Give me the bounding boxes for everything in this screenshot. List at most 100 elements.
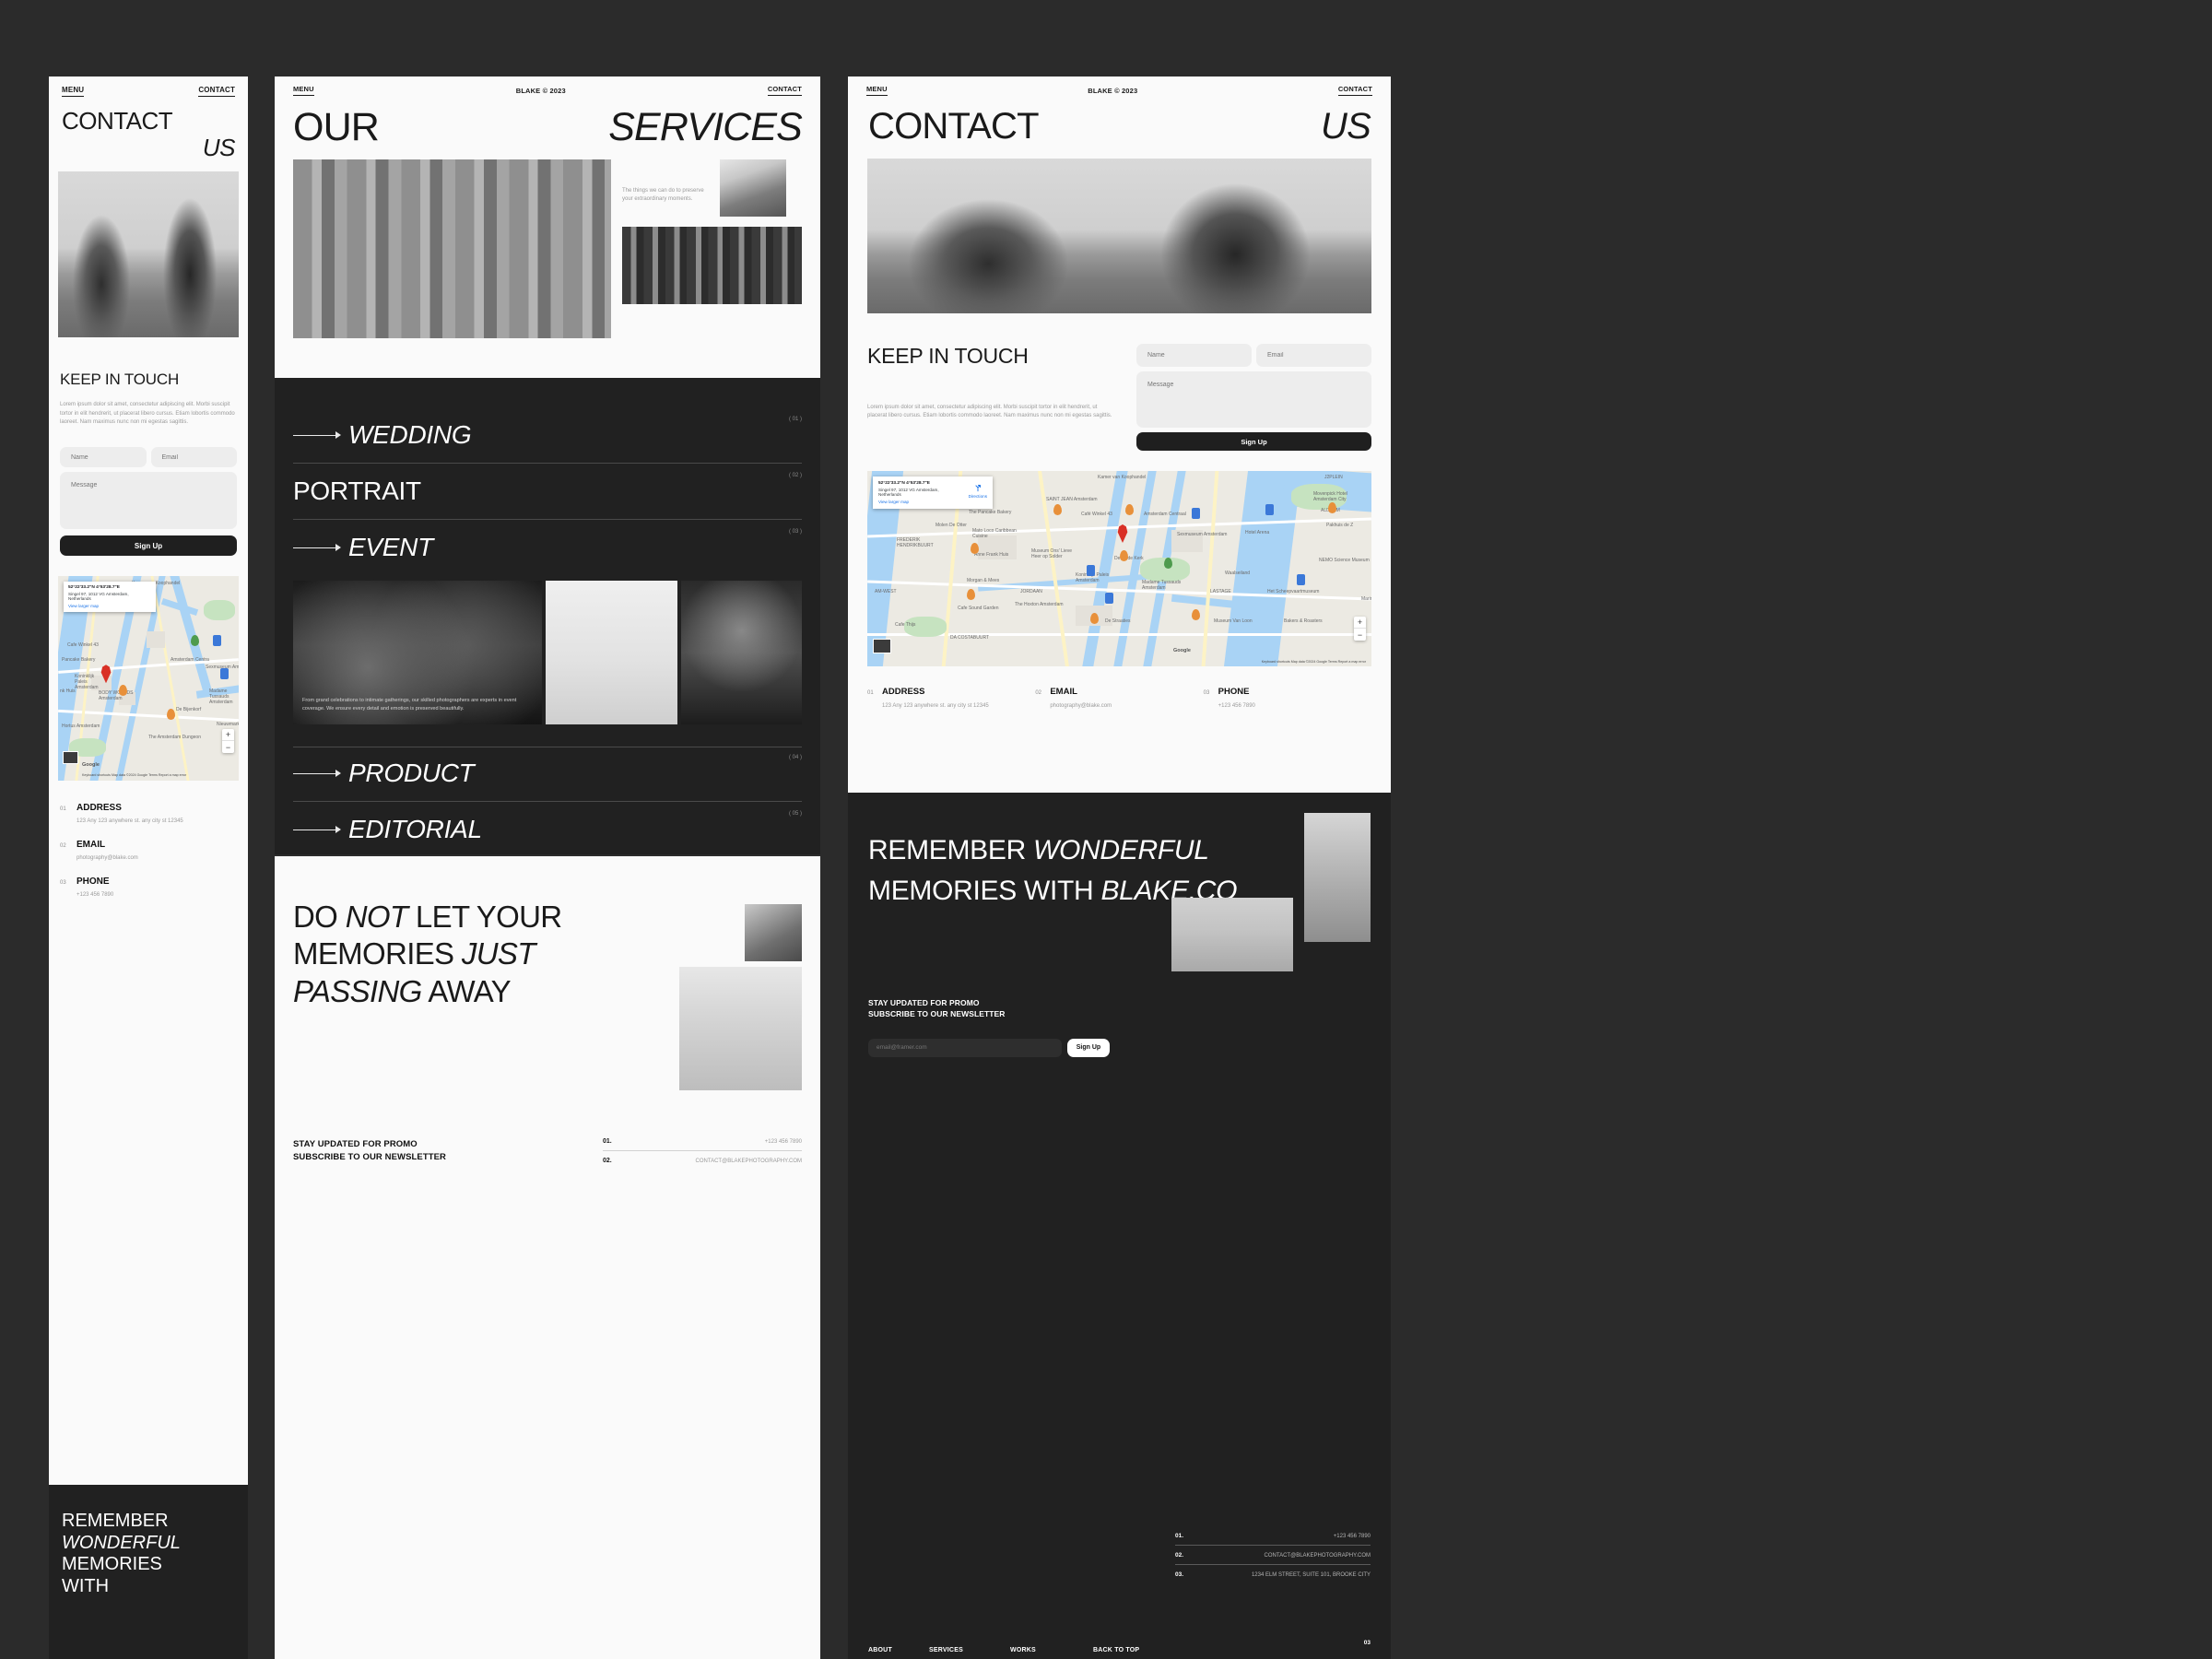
divider — [293, 519, 802, 520]
map-label: Madame Tussauds Amsterdam — [1142, 580, 1182, 591]
service-number: ( 01 ) — [788, 417, 802, 422]
map-zoom-controls[interactable]: + − — [222, 729, 234, 754]
message-input[interactable] — [1136, 371, 1371, 428]
message-input[interactable] — [60, 472, 237, 530]
map-attribution: Keyboard shortcuts Map data ©2024 Google… — [1261, 660, 1366, 664]
cta-l2b: JUST — [461, 936, 536, 971]
service-name: EVENT — [348, 533, 433, 561]
map-label: nk Huis — [60, 688, 76, 695]
left-topbar: MENU CONTACT — [49, 76, 248, 97]
keep-in-touch-heading: KEEP IN TOUCH — [867, 344, 1029, 368]
map-coordinates: 52°22'33.2"N 4°53'28.7"E — [878, 481, 931, 486]
map-label: JORDAAN — [1020, 589, 1042, 594]
contact-item-number: 01 — [60, 806, 66, 813]
map-streetview-thumb[interactable] — [873, 639, 891, 653]
menu-link[interactable]: MENU — [293, 85, 314, 96]
zoom-in-button[interactable]: + — [222, 729, 234, 742]
cta-line-3: PASSING AWAY — [293, 973, 561, 1008]
newsletter-email-input[interactable] — [868, 1038, 1062, 1057]
map-streetview-thumb[interactable] — [63, 751, 78, 765]
hero-line-1: CONTACT — [62, 107, 173, 135]
service-row[interactable]: PRODUCT ( 04 ) — [293, 753, 802, 794]
contact-item-number: 01 — [867, 690, 874, 696]
divider — [293, 463, 802, 464]
contact-item: 01 ADDRESS 123 Any 123 anywhere st. any … — [867, 687, 1035, 709]
promo-line-1: STAY UPDATED FOR PROMO — [293, 1139, 418, 1149]
contact-item-value: photography@blake.com — [1050, 703, 1112, 709]
promo-line-2: SUBSCRIBE TO OUR NEWSLETTER — [293, 1151, 447, 1162]
service-name: WEDDING — [348, 420, 472, 449]
footer-row-number: 03. — [1175, 1571, 1184, 1578]
map-label: Amsterdam Centraal — [1144, 512, 1186, 517]
arrow-right-icon — [293, 769, 341, 778]
view-larger-map-link[interactable]: View larger map — [68, 604, 151, 608]
service-name: PORTRAIT — [293, 477, 421, 505]
divider — [293, 801, 802, 802]
directions-label[interactable]: Directions — [969, 494, 987, 499]
map-zoom-controls[interactable]: + − — [1354, 617, 1366, 641]
service-row[interactable]: WEDDING ( 01 ) — [293, 415, 802, 455]
map-label: Kamer van Koophandel — [1098, 475, 1147, 480]
footer-nav-about[interactable]: ABOUT — [868, 1647, 929, 1653]
footer-nav-services[interactable]: SERVICES — [929, 1647, 1010, 1653]
zoom-in-button[interactable]: + — [1354, 617, 1366, 629]
email-input[interactable] — [150, 447, 237, 468]
panel-right-footer: REMEMBER WONDERFUL MEMORIES WITH BLAKE.C… — [848, 793, 1391, 1659]
location-map[interactable]: Kamer van Koophandel Cafe Winkel 43 Amst… — [58, 576, 239, 782]
contact-link[interactable]: CONTACT — [767, 85, 802, 96]
services-caption: The things we can do to preserve your ex… — [622, 187, 704, 203]
map-info-card[interactable]: 52°22'33.2"N 4°53'28.7"E Singel 97, 1012… — [64, 582, 156, 613]
menu-link[interactable]: MENU — [62, 86, 85, 97]
map-label: Waalseiland — [1225, 571, 1251, 576]
mid-topbar: MENU BLAKE © 2023 CONTACT — [275, 76, 820, 96]
contact-item-value: 123 Any 123 anywhere st. any city st 123… — [882, 703, 989, 709]
name-input[interactable] — [60, 447, 147, 468]
map-address-line-2: Netherlands — [878, 492, 901, 497]
contact-item-value: +123 456 7890 — [1218, 703, 1255, 709]
map-address-line-2: Netherlands — [68, 596, 91, 602]
map-label: Marine — [1361, 596, 1371, 602]
contact-item: 02 EMAIL photography@blake.com — [1035, 687, 1203, 709]
signup-button[interactable]: Sign Up — [1136, 432, 1371, 451]
email-input[interactable] — [1256, 344, 1371, 367]
map-label: Koninklijk Paleis Amsterdam — [1076, 572, 1110, 583]
service-row[interactable]: EVENT ( 03 ) — [293, 527, 802, 568]
keep-in-touch-paragraph: Lorem ipsum dolor sit amet, consectetur … — [867, 405, 1112, 419]
zoom-out-button[interactable]: − — [222, 741, 234, 753]
service-row[interactable]: EDITORIAL ( 05 ) — [293, 809, 802, 850]
map-label: Cafe Thijs — [895, 622, 916, 628]
map-label: Cafe Sound Garden — [958, 606, 999, 611]
footer-contact-row: 02. CONTACT@BLAKEPHOTOGRAPHY.COM — [1175, 1546, 1371, 1564]
signup-button[interactable]: Sign Up — [60, 535, 237, 557]
footer-headline-line-2: MEMORIES WITH BLAKE.CO — [868, 876, 1371, 907]
map-label: AM-WEST — [875, 589, 897, 594]
footer-headline-l2a: MEMORIES WITH — [868, 876, 1101, 906]
service-number: ( 03 ) — [788, 529, 802, 535]
footer-nav-works[interactable]: WORKS — [1010, 1647, 1093, 1653]
view-larger-map-link[interactable]: View larger map — [878, 500, 939, 504]
contact-item-title: EMAIL — [76, 840, 106, 851]
map-label: Movenpick Hotel Amsterdam City — [1313, 491, 1347, 502]
map-label: Bakers & Roasters — [1284, 618, 1323, 624]
contact-item: 02 EMAIL photography@blake.com — [60, 840, 237, 861]
newsletter-signup-button[interactable]: Sign Up — [1067, 1038, 1110, 1057]
contact-link[interactable]: CONTACT — [198, 86, 235, 97]
footer-nav-back-to-top[interactable]: BACK TO TOP — [1093, 1647, 1139, 1653]
cta-l1b: NOT — [345, 900, 408, 934]
orchestra-image: From grand celebrations to intimate gath… — [293, 581, 543, 724]
zoom-out-button[interactable]: − — [1354, 629, 1366, 641]
name-input[interactable] — [1136, 344, 1252, 367]
footer-contact-row: 03. 1234 ELM STREET, SUITE 101, BROOKE C… — [1175, 1565, 1371, 1578]
cta-line-1: DO NOT LET YOUR — [293, 900, 562, 934]
location-map[interactable]: Kamer van Koophandel J2PLEIN SAINT JEAN … — [867, 471, 1371, 666]
cta-l3b: AWAY — [421, 973, 511, 1008]
contact-item-value: +123 456 7890 — [76, 892, 114, 899]
contact-item-title: ADDRESS — [882, 687, 925, 697]
contact-link[interactable]: CONTACT — [1337, 85, 1372, 96]
menu-link[interactable]: MENU — [866, 85, 888, 96]
cta-l2a: MEMORIES — [293, 936, 462, 971]
service-row[interactable]: PORTRAIT ( 02 ) — [293, 471, 802, 512]
event-description: From grand celebrations to intimate gath… — [302, 698, 517, 712]
map-label: LASTAGE — [1210, 589, 1231, 594]
map-info-card[interactable]: 52°22'33.2"N 4°53'28.7"E Singel 97, 1012… — [873, 477, 993, 509]
